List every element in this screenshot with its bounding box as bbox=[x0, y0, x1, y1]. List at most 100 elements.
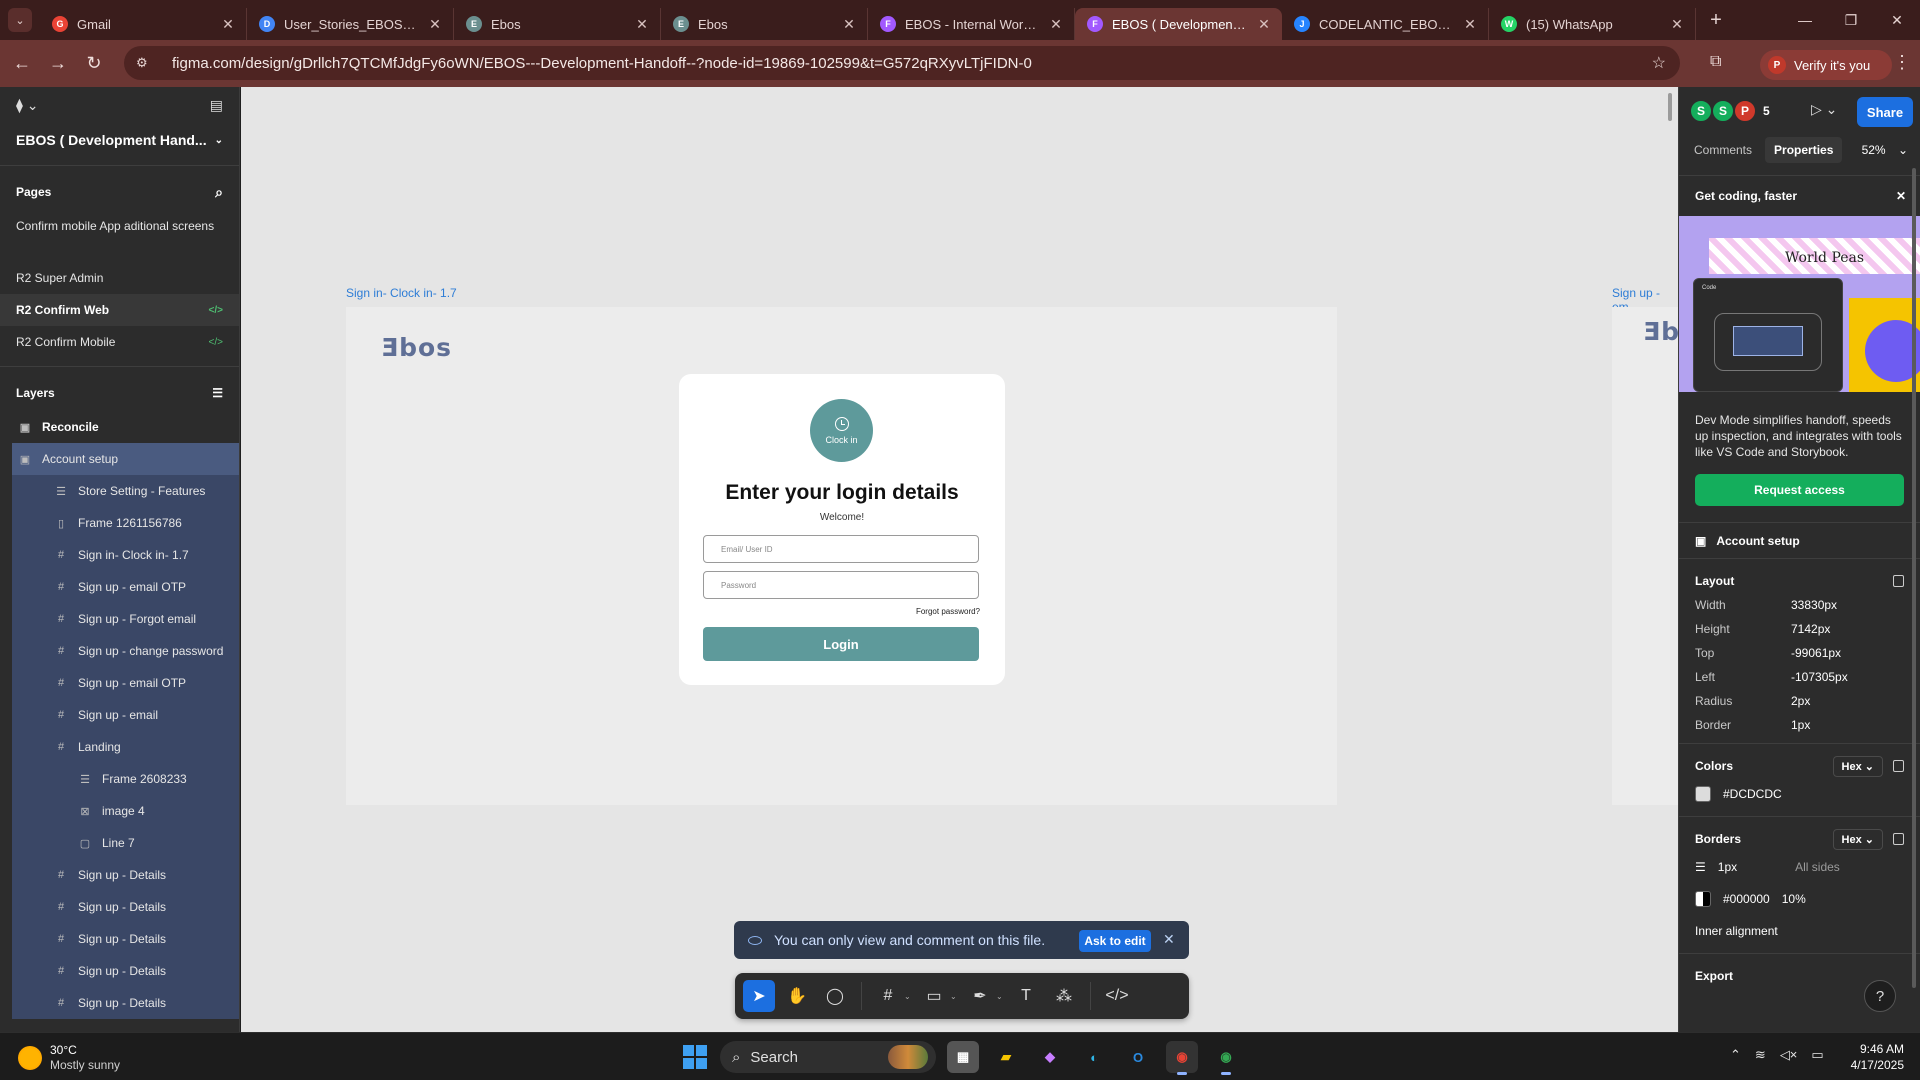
volume-icon[interactable]: ◁× bbox=[1780, 1047, 1798, 1063]
chevron-down-icon[interactable]: ⌄ bbox=[904, 992, 912, 1001]
file-explorer-icon[interactable]: ▰ bbox=[990, 1041, 1022, 1073]
email-field[interactable]: Email/ User ID bbox=[703, 535, 979, 563]
layer-item[interactable]: # Sign up - Details bbox=[12, 859, 239, 891]
layer-item[interactable]: ☰ Frame 2608233 bbox=[12, 763, 239, 795]
share-button[interactable]: Share bbox=[1857, 97, 1913, 127]
layer-item[interactable]: # Sign up - email OTP bbox=[12, 667, 239, 699]
dev-mode-icon[interactable]: </> bbox=[1101, 980, 1133, 1012]
layout-property-row[interactable]: Height 7142px bbox=[1695, 617, 1904, 641]
fill-color-row[interactable]: #DCDCDC bbox=[1695, 778, 1904, 810]
site-info-icon[interactable]: ⚙ bbox=[136, 55, 154, 71]
tab-comments[interactable]: Comments bbox=[1685, 137, 1761, 163]
frame-label-sign-in[interactable]: Sign in- Clock in- 1.7 bbox=[346, 286, 457, 300]
windows-start-icon[interactable] bbox=[683, 1045, 707, 1069]
layer-item[interactable]: # Sign up - email OTP bbox=[12, 571, 239, 603]
search-icon[interactable]: ⌕ bbox=[215, 184, 223, 201]
help-icon[interactable]: ? bbox=[1864, 980, 1896, 1012]
browser-tab[interactable]: E Ebos ✕ bbox=[661, 8, 868, 40]
text-tool-icon[interactable]: T bbox=[1010, 980, 1042, 1012]
system-clock[interactable]: 9:46 AM 4/17/2025 bbox=[1834, 1041, 1904, 1073]
back-icon[interactable]: ← bbox=[4, 46, 40, 82]
collaborator-count[interactable]: 5 bbox=[1763, 104, 1770, 118]
request-access-button[interactable]: Request access bbox=[1695, 474, 1904, 506]
wifi-icon[interactable]: ≋ bbox=[1755, 1047, 1766, 1063]
comment-tool-icon[interactable]: ◯ bbox=[819, 980, 851, 1012]
layer-item[interactable]: # Sign up - Details bbox=[12, 955, 239, 987]
layer-item[interactable]: # Landing bbox=[12, 731, 239, 763]
forward-icon[interactable]: → bbox=[40, 46, 76, 82]
close-tab-icon[interactable]: ✕ bbox=[1462, 16, 1478, 33]
border-format-select[interactable]: Hex ⌄ bbox=[1832, 828, 1883, 850]
layer-item[interactable]: # Sign up - Details bbox=[12, 987, 239, 1019]
selected-layer-row[interactable]: ▣ Account setup bbox=[1679, 522, 1920, 558]
border-width-row[interactable]: ☰ 1px All sides bbox=[1695, 851, 1904, 883]
browser-tab[interactable]: G Gmail ✕ bbox=[40, 8, 247, 40]
close-tab-icon[interactable]: ✕ bbox=[634, 16, 650, 33]
restore-icon[interactable]: ❐ bbox=[1828, 0, 1874, 40]
ask-to-edit-button[interactable]: Ask to edit bbox=[1079, 930, 1151, 952]
collaborator-avatar[interactable]: S bbox=[1711, 99, 1735, 123]
battery-icon[interactable]: ▭ bbox=[1811, 1047, 1823, 1063]
layer-item[interactable]: ▣ Reconcile bbox=[0, 411, 239, 443]
close-tab-icon[interactable]: ✕ bbox=[1256, 16, 1272, 33]
chevron-down-icon[interactable]: ⌄ bbox=[996, 992, 1004, 1001]
reload-icon[interactable]: ↻ bbox=[76, 46, 112, 82]
zoom-level[interactable]: 52% ⌄ bbox=[1853, 143, 1908, 157]
move-tool-icon[interactable]: ➤ bbox=[743, 980, 775, 1012]
figma-canvas[interactable]: Sign in- Clock in- 1.7 Sign up - em Ǝbos… bbox=[241, 87, 1678, 1032]
close-icon[interactable]: ✕ bbox=[1896, 189, 1906, 203]
copilot-icon[interactable]: ◆ bbox=[1034, 1041, 1066, 1073]
close-tab-icon[interactable]: ✕ bbox=[1048, 16, 1064, 33]
sign-in-frame[interactable]: Ǝbos Clock in Enter your login details W… bbox=[346, 307, 1337, 805]
close-tab-icon[interactable]: ✕ bbox=[220, 16, 236, 33]
taskbar-search[interactable]: ⌕ Search bbox=[720, 1041, 936, 1073]
frame-tool-icon[interactable]: # bbox=[872, 980, 904, 1012]
close-tab-icon[interactable]: ✕ bbox=[427, 16, 443, 33]
page-item[interactable]: R2 Confirm Mobile </> bbox=[0, 326, 239, 358]
copy-icon[interactable] bbox=[1893, 575, 1904, 587]
layer-item[interactable]: ▯ Frame 1261156786 bbox=[12, 507, 239, 539]
layer-item[interactable]: ⊠ image 4 bbox=[12, 795, 239, 827]
layout-property-row[interactable]: Left -107305px bbox=[1695, 665, 1904, 689]
right-panel-scrollbar[interactable] bbox=[1912, 168, 1916, 988]
browser-tab[interactable]: D User_Stories_EBOS_V2.1.1 ✕ bbox=[247, 8, 454, 40]
task-view-icon[interactable]: ▦ bbox=[947, 1041, 979, 1073]
layer-item[interactable]: ☰ Store Setting - Features bbox=[12, 475, 239, 507]
present-icon[interactable]: ▷ ⌄ bbox=[1811, 101, 1837, 118]
edge-icon[interactable]: ◐ bbox=[1078, 1041, 1110, 1073]
layer-item[interactable]: # Sign up - Details bbox=[12, 923, 239, 955]
chevron-down-icon[interactable]: ⌄ bbox=[950, 992, 958, 1001]
minimize-icon[interactable]: — bbox=[1782, 0, 1828, 40]
figma-menu-icon[interactable]: ⧫ ⌄ bbox=[16, 97, 39, 114]
page-item[interactable]: Confirm mobile App aditional screens bbox=[0, 210, 239, 242]
chevron-up-icon[interactable]: ⌃ bbox=[1730, 1047, 1741, 1063]
layer-item[interactable]: ▢ Line 7 bbox=[12, 827, 239, 859]
collaborator-avatar[interactable]: S bbox=[1689, 99, 1713, 123]
rectangle-tool-icon[interactable]: ▭ bbox=[918, 980, 950, 1012]
browser-tab[interactable]: F EBOS ( Development Handoff ) ✕ bbox=[1075, 8, 1282, 40]
browser-tab[interactable]: W (15) WhatsApp ✕ bbox=[1489, 8, 1696, 40]
color-format-select[interactable]: Hex ⌄ bbox=[1832, 755, 1883, 777]
chrome-profile-s-icon[interactable]: ◉ bbox=[1210, 1041, 1242, 1075]
layer-item[interactable]: # Sign up - email bbox=[12, 699, 239, 731]
page-item[interactable]: R2 Super Admin bbox=[0, 262, 239, 294]
browser-tab[interactable]: F EBOS - Internal Workplace ✕ bbox=[868, 8, 1075, 40]
close-icon[interactable]: ✕ bbox=[1163, 931, 1175, 948]
sign-up-frame[interactable]: Ǝb bbox=[1612, 307, 1678, 805]
close-window-icon[interactable]: ✕ bbox=[1874, 0, 1920, 40]
bookmark-star-icon[interactable]: ☆ bbox=[1652, 53, 1666, 73]
close-tab-icon[interactable]: ✕ bbox=[1669, 16, 1685, 33]
layer-item[interactable]: # Sign up - change password bbox=[12, 635, 239, 667]
verify-profile-button[interactable]: P Verify it's you bbox=[1760, 50, 1892, 80]
tab-properties[interactable]: Properties bbox=[1765, 137, 1843, 163]
extensions-icon[interactable]: ⧉ bbox=[1710, 53, 1721, 71]
file-title-row[interactable]: EBOS ( Development Hand... ⌄ bbox=[0, 123, 239, 157]
new-tab-button[interactable]: + bbox=[1696, 9, 1736, 32]
collapse-layers-icon[interactable]: ☰ bbox=[212, 386, 223, 400]
sidebar-toggle-icon[interactable]: ▤ bbox=[210, 97, 223, 114]
password-field[interactable]: Password bbox=[703, 571, 979, 599]
layer-item[interactable]: # Sign up - Forgot email bbox=[12, 603, 239, 635]
layout-property-row[interactable]: Border 1px bbox=[1695, 713, 1904, 737]
components-icon[interactable]: ⁂ bbox=[1048, 980, 1080, 1012]
hand-tool-icon[interactable]: ✋ bbox=[781, 980, 813, 1012]
